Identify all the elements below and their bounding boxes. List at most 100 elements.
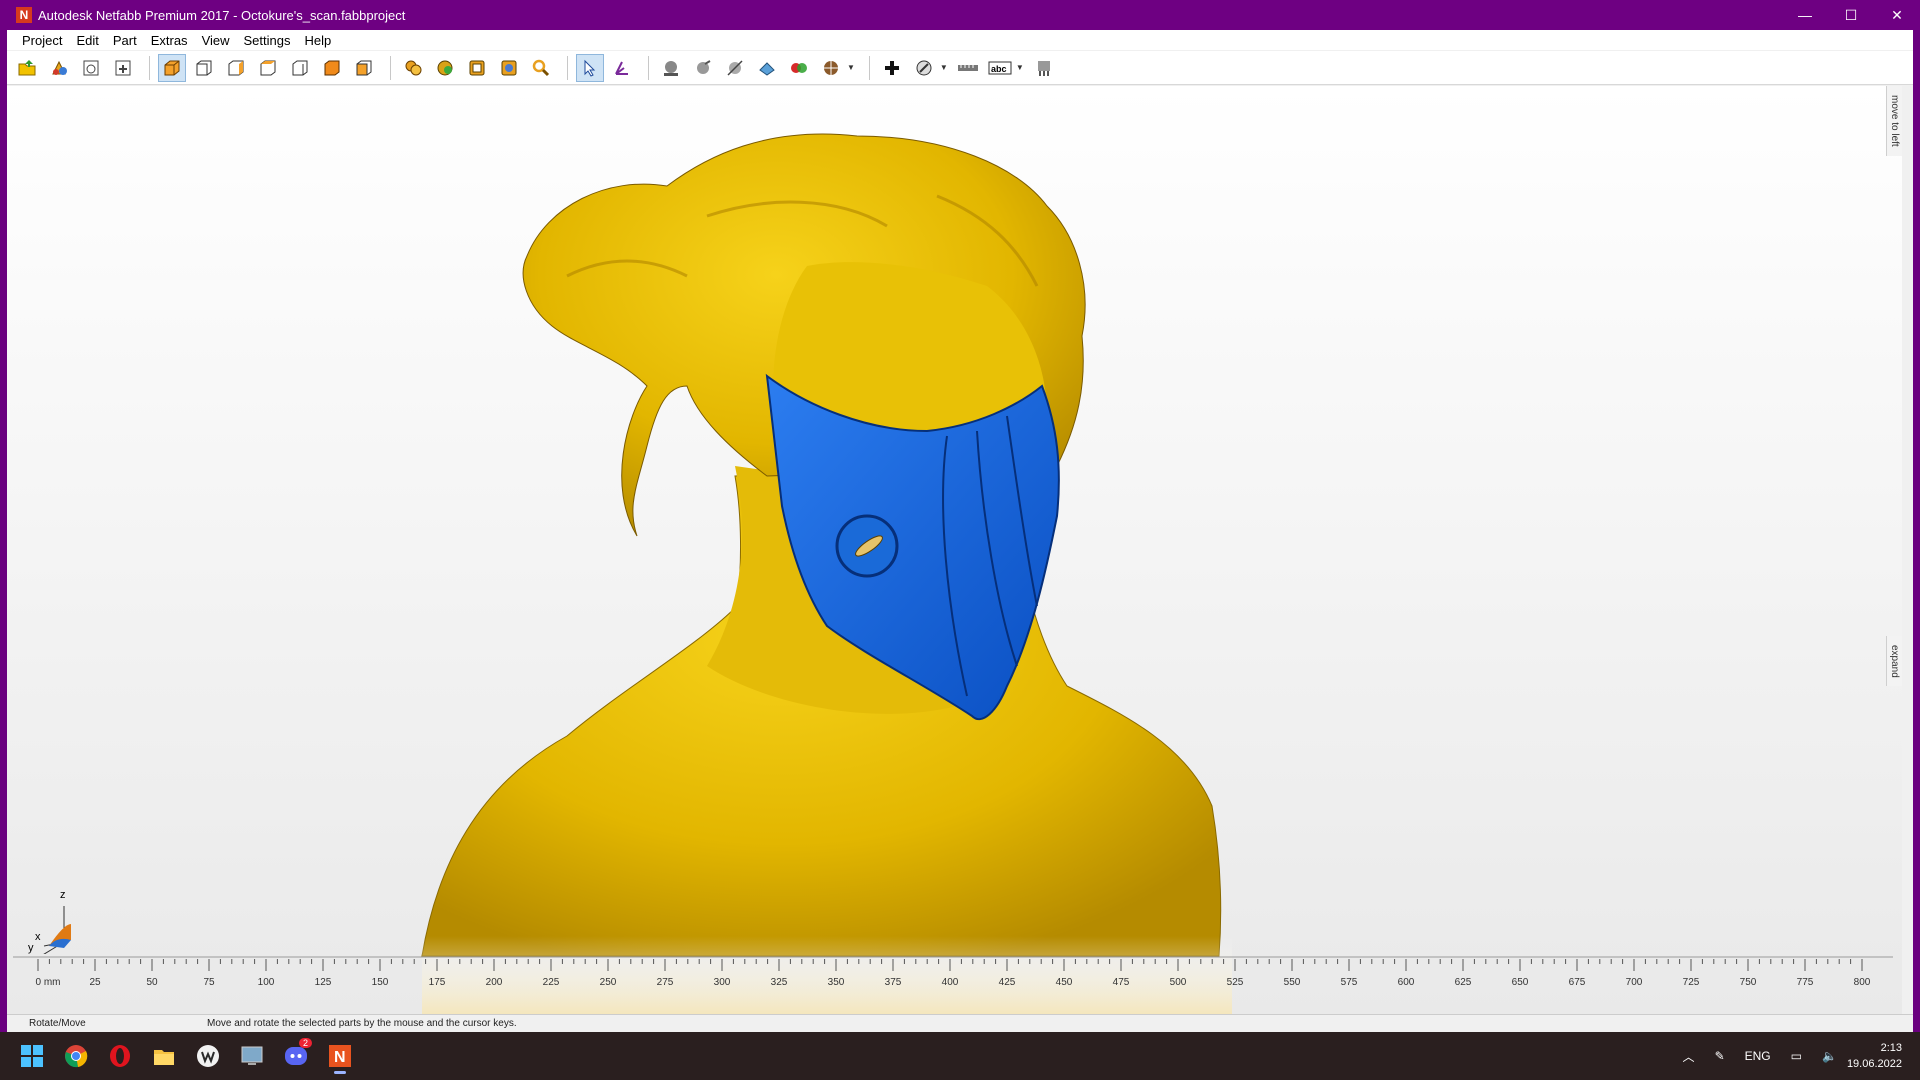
maximize-button[interactable]: ☐ [1828,0,1874,30]
view-front-icon[interactable] [190,54,218,82]
ruler-label: 200 [485,977,503,988]
main-toolbar: ▼ ▼ abc ▼ [7,51,1913,85]
slicing-icon[interactable] [753,54,781,82]
ruler-label: 75 [203,977,215,988]
ruler-label: 125 [314,977,332,988]
ruler-label: 150 [371,977,389,988]
color-icon[interactable] [785,54,813,82]
view-right-icon[interactable] [286,54,314,82]
clock-date: 19.06.2022 [1846,1058,1902,1070]
rotate-tool-icon[interactable] [608,54,636,82]
view-default-icon[interactable] [158,53,186,82]
toolbar-separator [567,55,568,80]
menu-view[interactable]: View [195,33,237,48]
ruler-label: 650 [1511,977,1529,988]
zoom-all-icon[interactable] [431,54,459,82]
netfabb-icon[interactable]: N [320,1036,360,1076]
add-point-icon[interactable] [878,54,906,82]
wps-icon[interactable] [188,1036,228,1076]
view-top-icon[interactable] [318,54,346,82]
ruler-label: 0 mm [35,977,61,988]
chevron-down-icon[interactable]: ▼ [847,63,855,72]
chevron-down-icon[interactable]: ▼ [940,63,948,72]
svg-text:N: N [334,1049,346,1066]
ruler-icon[interactable] [954,54,982,82]
ruler-label: 175 [428,977,446,988]
clock[interactable]: 2:13 19.06.2022 [1847,1040,1902,1072]
3d-viewport[interactable]: move to left expand z x y [7,86,1902,1014]
title-bar: N Autodesk Netfabb Premium 2017 - Octoku… [0,0,1920,30]
close-button[interactable]: ✕ [1874,0,1920,30]
ruler-label: 500 [1169,977,1187,988]
toolbar-separator [149,55,150,80]
chevron-up-icon[interactable]: ︿ [1683,1048,1695,1065]
add-part-icon[interactable] [45,54,73,82]
svg-text:abc: abc [991,64,1007,74]
ruler-label: 725 [1682,977,1700,988]
ruler-label: 400 [941,977,959,988]
ruler-label: 750 [1739,977,1757,988]
view-back-icon[interactable] [222,54,250,82]
pen-icon[interactable]: ✎ [1715,1049,1725,1063]
zoom-platform-icon[interactable] [463,54,491,82]
minimize-button[interactable]: — [1782,0,1828,30]
toolbar-separator [648,55,649,80]
ruler-label: 300 [713,977,731,988]
toolbar-separator [390,55,391,80]
discord-badge: 2 [298,1038,312,1048]
ruler-label: 625 [1454,977,1472,988]
ruler-label: 775 [1796,977,1814,988]
select-tool-icon[interactable] [576,53,604,82]
status-hint: Move and rotate the selected parts by th… [207,1018,517,1029]
status-bar: Rotate/Move Move and rotate the selected… [7,1014,1913,1032]
lighting-icon[interactable] [689,54,717,82]
network-icon[interactable]: ▭ [1791,1049,1802,1063]
model-render[interactable] [7,86,1902,1014]
render-options-icon[interactable] [817,54,845,82]
menu-bar: Project Edit Part Extras View Settings H… [7,30,1913,50]
screen-icon[interactable] [232,1036,272,1076]
measure-icon[interactable] [910,54,938,82]
view-left-icon[interactable] [254,54,282,82]
view-bottom-icon[interactable] [350,54,378,82]
axis-y-label: y [28,942,34,954]
ruler-label: 25 [89,977,101,988]
menu-settings[interactable]: Settings [237,33,298,48]
ruler-label: 425 [998,977,1016,988]
window-title: Autodesk Netfabb Premium 2017 - Octokure… [38,7,406,23]
menu-project[interactable]: Project [15,33,69,48]
clock-time: 2:13 [1880,1042,1902,1054]
menu-help[interactable]: Help [298,33,339,48]
opera-icon[interactable] [100,1036,140,1076]
new-page-icon[interactable] [77,54,105,82]
add-page-icon[interactable] [109,54,137,82]
chrome-icon[interactable] [56,1036,96,1076]
support-icon[interactable] [1030,54,1058,82]
axis-z-label: z [60,889,66,901]
ruler-label: 100 [257,977,275,988]
shading-icon[interactable] [657,54,685,82]
ruler-label: 575 [1340,977,1358,988]
windows-start-icon[interactable] [12,1036,52,1076]
open-project-icon[interactable] [13,54,41,82]
discord-icon[interactable]: 2 [276,1036,316,1076]
expand-tab[interactable]: expand [1886,636,1902,686]
ruler-label: 800 [1853,977,1871,988]
language-indicator[interactable]: ENG [1745,1049,1771,1063]
file-explorer-icon[interactable] [144,1036,184,1076]
axis-indicator: z x y [19,884,89,957]
clipping-icon[interactable] [721,54,749,82]
zoom-window-icon[interactable] [495,54,523,82]
menu-part[interactable]: Part [106,33,144,48]
move-to-left-tab[interactable]: move to left [1886,86,1902,156]
label-icon[interactable]: abc [986,54,1014,82]
ruler-label: 325 [770,977,788,988]
ruler-label: 475 [1112,977,1130,988]
zoom-parts-icon[interactable] [399,54,427,82]
menu-edit[interactable]: Edit [69,33,105,48]
chevron-down-icon[interactable]: ▼ [1016,63,1024,72]
menu-extras[interactable]: Extras [144,33,195,48]
ruler-label: 350 [827,977,845,988]
volume-icon[interactable]: 🔈 [1822,1049,1837,1063]
zoom-icon[interactable] [527,54,555,82]
